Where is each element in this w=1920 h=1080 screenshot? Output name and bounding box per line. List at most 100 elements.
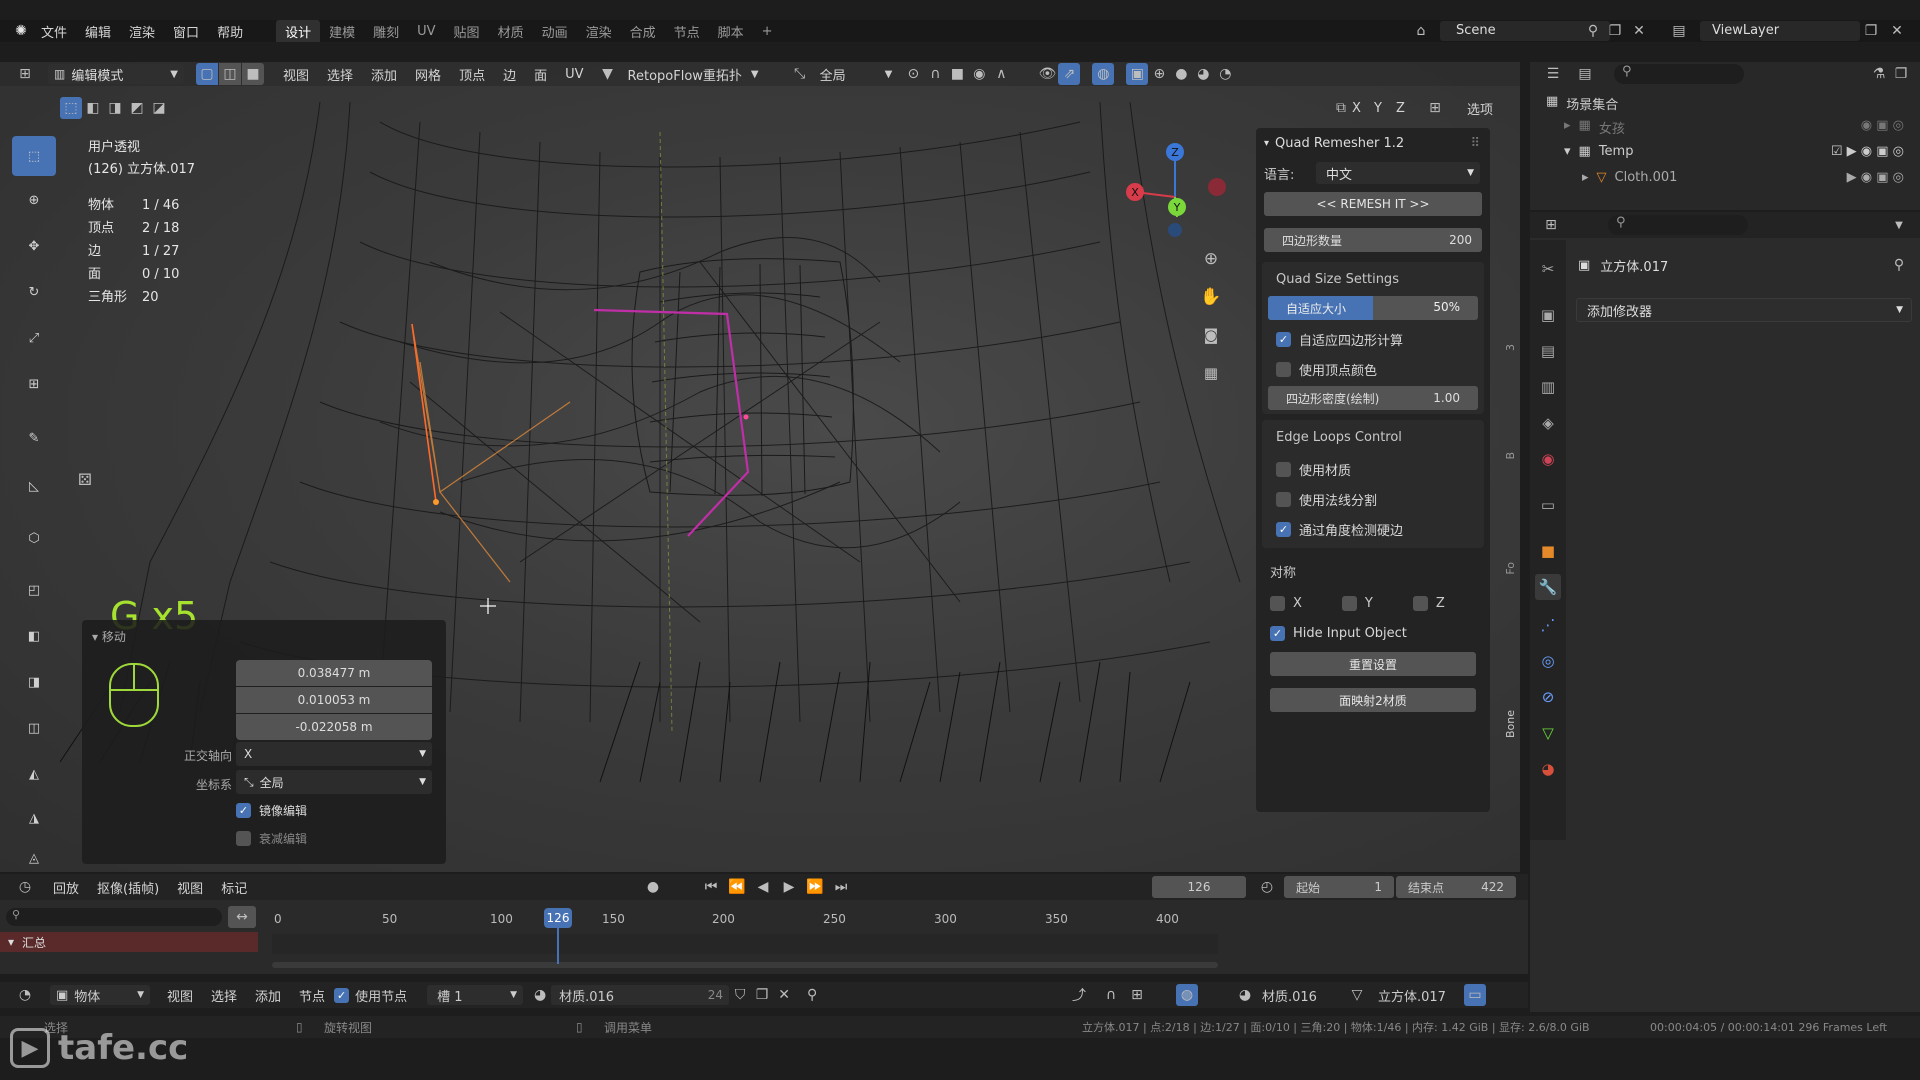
quad-remesher-header[interactable]: ▾ Quad Remesher 1.2 ⠿ xyxy=(1256,128,1490,158)
material-name-2[interactable]: 材质.016 xyxy=(1262,986,1317,1005)
menu-view[interactable]: 视图 xyxy=(274,65,318,84)
xray-icon[interactable]: ▣ xyxy=(1126,63,1149,85)
menu-add[interactable]: 添加 xyxy=(362,65,406,84)
particles-icon[interactable]: ⋰ xyxy=(1535,612,1561,638)
npanel-tab[interactable]: B xyxy=(1504,452,1517,460)
start-frame-field[interactable]: 起始 1 xyxy=(1284,876,1394,898)
jump-start-icon[interactable]: ⏮ xyxy=(700,876,722,898)
adaptive-count-row[interactable]: ✓ 自适应四边形计算 xyxy=(1262,324,1484,354)
falloff-icon[interactable]: ∧ xyxy=(990,63,1012,85)
cursor-tool-icon[interactable]: ⊕ xyxy=(12,180,56,220)
material-preview-icon[interactable]: ◕ xyxy=(1234,984,1256,1006)
record-icon[interactable]: ● xyxy=(642,876,664,898)
close-icon[interactable]: ✕ xyxy=(773,984,795,1006)
grid-icon[interactable]: ▦ xyxy=(1200,362,1222,384)
menu-vertex[interactable]: 顶点 xyxy=(450,65,494,84)
use-material-row[interactable]: 使用材质 xyxy=(1262,454,1484,484)
editor-type-icon[interactable]: ☰ xyxy=(1542,63,1564,85)
menu-face[interactable]: 面 xyxy=(525,65,556,84)
camera-icon[interactable]: ◙ xyxy=(1200,324,1222,346)
wireframe-shading-icon[interactable]: ⊕ xyxy=(1148,63,1170,85)
bevel-tool-icon[interactable]: ◨ xyxy=(12,662,56,702)
select-menu[interactable]: 选择 xyxy=(202,986,246,1005)
jump-end-icon[interactable]: ⏭ xyxy=(830,876,852,898)
modifier-wrench-icon[interactable]: 🔧 xyxy=(1535,574,1561,600)
falloff-edit-row[interactable]: 衰减编辑 xyxy=(236,830,307,847)
inset-tool-icon[interactable]: ◧ xyxy=(12,616,56,656)
pivot-icon[interactable]: ⊙ xyxy=(902,63,924,85)
npanel-tab[interactable]: Fo xyxy=(1504,562,1517,575)
outliner-row[interactable]: ▸ ▦ 女孩 ◉ ▣ ◎ xyxy=(1564,118,1914,137)
navigation-gizmo[interactable]: Z X Y xyxy=(1115,142,1235,252)
outliner-row[interactable]: ▸ ▽ Cloth.001 ▶ ◉ ▣ ◎ xyxy=(1582,170,1914,185)
workspace-tab[interactable]: 合成 xyxy=(621,22,665,41)
workspace-tab[interactable]: 材质 xyxy=(489,22,533,41)
object-icon[interactable]: ■ xyxy=(1535,538,1561,564)
overlay-toggle-icon[interactable]: ◍ xyxy=(1176,984,1198,1006)
keying-menu[interactable]: 抠像(插帧) xyxy=(88,878,168,897)
axis-x-toggle[interactable]: X xyxy=(1348,101,1365,116)
display-mode-icon[interactable]: ▤ xyxy=(1574,63,1596,85)
move-y-field[interactable]: 0.010053 m xyxy=(236,687,432,713)
tool-settings-icon[interactable]: ✂ xyxy=(1535,256,1561,282)
detect-hard-edges-row[interactable]: ✓ 通过角度检测硬边 xyxy=(1262,514,1484,544)
view-menu[interactable]: 视图 xyxy=(158,986,202,1005)
scene-props-icon[interactable]: ◈ xyxy=(1535,410,1561,436)
density-field[interactable]: 四边形密度(绘制) 1.00 xyxy=(1268,386,1478,410)
pin-icon[interactable]: ⚲ xyxy=(1582,20,1604,42)
gizmo-toggle-icon[interactable]: ⇗ xyxy=(1058,63,1081,85)
menu-edit[interactable]: 编辑 xyxy=(76,22,120,41)
output-icon[interactable]: ▤ xyxy=(1535,338,1561,364)
material-shading-icon[interactable]: ◕ xyxy=(1192,63,1214,85)
rendered-shading-icon[interactable]: ◔ xyxy=(1214,63,1236,85)
face-select-icon[interactable]: ■ xyxy=(242,63,264,85)
move-z-field[interactable]: -0.022058 m xyxy=(236,714,432,740)
rotate-tool-icon[interactable]: ↻ xyxy=(12,272,56,312)
slot-select[interactable]: 槽 1 ▼ xyxy=(427,985,524,1005)
workspace-tab[interactable]: UV xyxy=(408,24,444,39)
constraints-icon[interactable]: ⊘ xyxy=(1535,684,1561,710)
use-normal-row[interactable]: 使用法线分割 xyxy=(1262,484,1484,514)
face-map-material-button[interactable]: 面映射2材质 xyxy=(1270,688,1476,712)
npanel-tab[interactable]: 3 xyxy=(1504,344,1517,351)
display-icon[interactable]: ▭ xyxy=(1464,984,1486,1006)
quad-count-field[interactable]: 四边形数量 200 xyxy=(1264,228,1482,252)
loop-cut-tool-icon[interactable]: ◫ xyxy=(12,708,56,748)
select-subtract-icon[interactable]: ◨ xyxy=(104,97,126,119)
swap-icon[interactable]: ↔ xyxy=(228,906,256,928)
object-name-label[interactable]: 立方体.017 xyxy=(1378,986,1446,1005)
retopoflow-icon[interactable]: ▼ xyxy=(597,63,619,85)
mode-select[interactable]: ▥ 编辑模式 ▼ xyxy=(48,64,184,84)
snap-grid-icon[interactable]: ⊞ xyxy=(1126,984,1148,1006)
new-collection-icon[interactable]: ❐ xyxy=(1890,63,1912,85)
play-reverse-icon[interactable]: ◀ xyxy=(752,876,774,898)
pan-hand-icon[interactable]: ✋ xyxy=(1200,286,1222,308)
menu-edge[interactable]: 边 xyxy=(494,65,525,84)
node-menu[interactable]: 节点 xyxy=(290,986,334,1005)
hide-input-row[interactable]: ✓ Hide Input Object xyxy=(1262,618,1484,648)
options-menu[interactable]: 选项 xyxy=(1458,99,1502,118)
playhead[interactable]: 126 xyxy=(544,908,572,928)
outliner-row[interactable]: ▾ ▦ Temp ☑ ▶ ◉ ▣ ◎ xyxy=(1564,144,1914,159)
use-nodes-toggle[interactable]: ✓ 使用节点 xyxy=(334,986,407,1005)
workspace-tab[interactable]: 渲染 xyxy=(577,22,621,41)
move-tool-icon[interactable]: ✥ xyxy=(12,226,56,266)
parent-node-icon[interactable]: ⤴ xyxy=(1068,984,1090,1006)
mesh-data-icon[interactable]: ▽ xyxy=(1346,984,1368,1006)
editor-type-icon[interactable]: ◔ xyxy=(14,984,36,1006)
overlay-toggle-icon[interactable]: ◍ xyxy=(1092,63,1115,85)
operator-title[interactable]: ▾ 移动 xyxy=(92,628,126,645)
world-icon[interactable]: ◉ xyxy=(1535,446,1561,472)
transform-tool-icon[interactable]: ⊞ xyxy=(12,364,56,404)
filter-icon[interactable]: ⚗ xyxy=(1868,63,1890,85)
workspace-tab[interactable]: 雕刻 xyxy=(364,22,408,41)
data-icon[interactable]: ▽ xyxy=(1535,720,1561,746)
retopoflow-menu[interactable]: RetopoFlow重拓扑 xyxy=(619,65,751,84)
material-browse-icon[interactable]: ◕ xyxy=(529,984,551,1006)
view-layer-icon[interactable]: ▥ xyxy=(1535,374,1561,400)
vertex-select-icon[interactable]: ▢ xyxy=(196,63,218,85)
drag-handle-icon[interactable]: ⠿ xyxy=(1470,136,1480,151)
outliner-row[interactable]: ▦ 场景集合 xyxy=(1546,94,1618,113)
menu-mesh[interactable]: 网格 xyxy=(406,65,450,84)
view-menu[interactable]: 视图 xyxy=(168,878,212,897)
